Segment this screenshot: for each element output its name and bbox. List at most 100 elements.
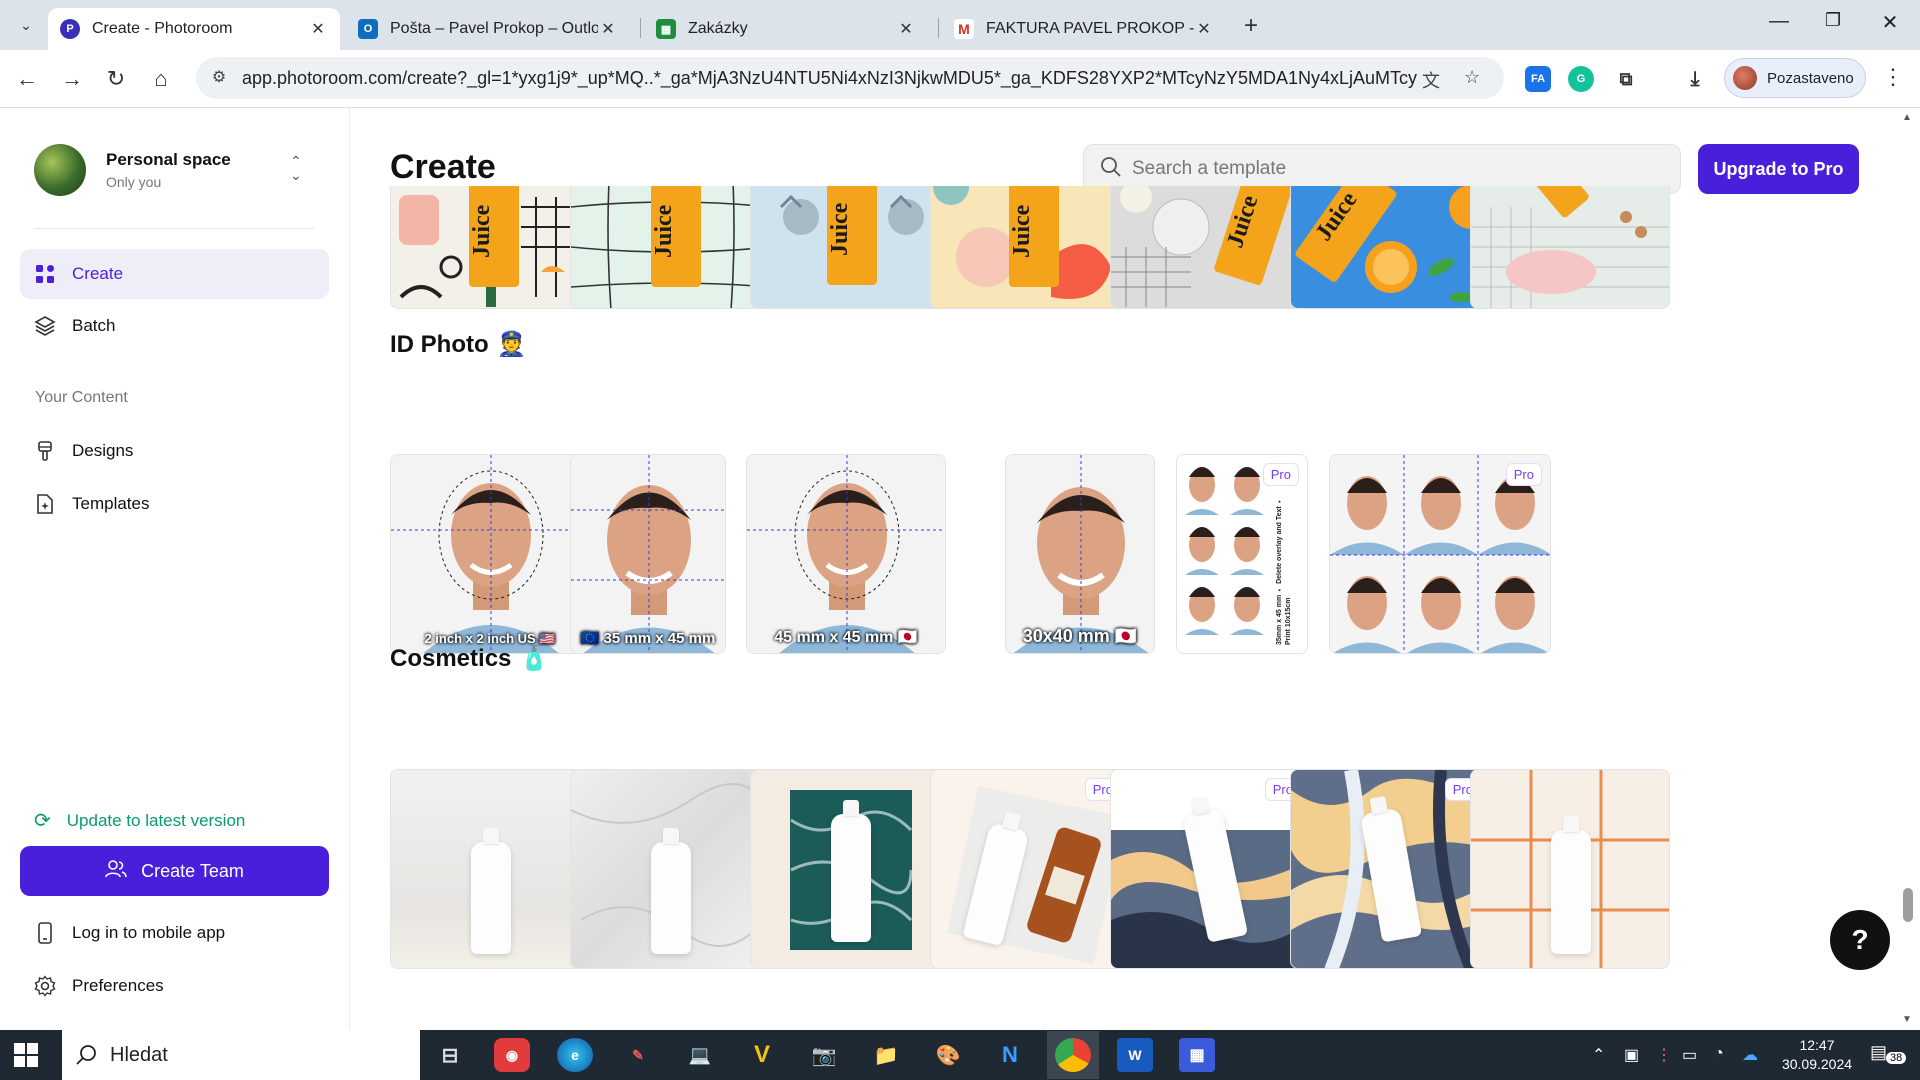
template-card[interactable]: Juice xyxy=(1290,186,1490,309)
address-bar[interactable]: ⚙ app.photoroom.com/create?_gl=1*yxg1j9*… xyxy=(196,57,1504,99)
browser-menu-icon[interactable]: ⋮ xyxy=(1882,64,1904,90)
search-icon xyxy=(1100,156,1122,183)
close-icon[interactable]: ✕ xyxy=(896,19,916,39)
taskbar-search-input[interactable]: Hledat xyxy=(62,1030,420,1080)
app-red-icon[interactable]: ◉ xyxy=(494,1038,530,1072)
vertical-scrollbar[interactable]: ▲ ▼ xyxy=(1896,108,1920,1030)
sidebar-item-create[interactable]: Create xyxy=(20,249,329,299)
tab-title: FAKTURA PAVEL PROKOP - pav xyxy=(986,20,1194,37)
cosmetics-template-card[interactable]: Pro xyxy=(1290,769,1490,969)
template-card[interactable]: Juice xyxy=(570,186,770,309)
sidebar-item-batch[interactable]: Batch xyxy=(20,301,329,351)
tab-photoroom[interactable]: P Create - Photoroom ✕ xyxy=(48,8,340,50)
refresh-icon: ⟳ xyxy=(34,810,51,832)
new-tab-plus-icon[interactable]: + xyxy=(1244,12,1258,40)
help-button[interactable]: ? xyxy=(1830,910,1890,970)
chevron-up-down-icon: ⌃ ⌄ xyxy=(290,153,302,183)
template-card[interactable]: Juice xyxy=(390,186,590,309)
bottle-image xyxy=(651,828,691,954)
sidebar-item-designs[interactable]: Designs xyxy=(20,426,329,476)
download-icon[interactable]: ⤓ xyxy=(1682,66,1708,92)
profile-button[interactable]: Pozastaveno xyxy=(1724,58,1866,98)
cosmetics-template-card[interactable] xyxy=(1470,769,1670,969)
file-explorer-icon[interactable]: 📁 xyxy=(868,1038,904,1072)
reload-icon[interactable]: ↻ xyxy=(101,64,131,94)
onedrive-icon[interactable]: ☁ xyxy=(1742,1045,1758,1065)
grammarly-icon[interactable]: G xyxy=(1568,66,1594,92)
id-photo-card-45mm[interactable]: 45 mm x 45 mm 🇯🇵 xyxy=(746,454,946,654)
v-app-icon[interactable]: V xyxy=(744,1038,780,1072)
id-photo-card-us[interactable]: 2 inch x 2 inch US 🇺🇸 xyxy=(390,454,590,654)
bookmark-star-icon[interactable]: ☆ xyxy=(1464,67,1480,88)
divider xyxy=(34,228,314,229)
site-settings-icon[interactable]: ⚙ xyxy=(208,67,230,89)
forward-arrow-icon[interactable]: → xyxy=(57,64,87,94)
window-close-icon[interactable]: ✕ xyxy=(1875,10,1905,35)
tray-chevron-icon[interactable]: ⌃ xyxy=(1592,1045,1605,1065)
id-photo-card-30x40[interactable]: 30x40 mm 🇯🇵 xyxy=(1005,454,1155,654)
calculator-icon[interactable]: ▦ xyxy=(1179,1038,1215,1072)
workspace-avatar xyxy=(34,144,86,196)
minimize-icon[interactable]: — xyxy=(1764,10,1794,33)
template-card[interactable]: Juice xyxy=(930,186,1130,309)
update-version-link[interactable]: ⟳ Update to latest version xyxy=(34,808,245,833)
juice-bottle-image: Juice xyxy=(1009,186,1059,287)
tab-outlook[interactable]: O Pošta – Pavel Prokop – Outlook ✕ xyxy=(346,8,630,50)
sidebar-item-templates[interactable]: Templates xyxy=(20,479,329,529)
extensions-puzzle-icon[interactable]: ⧉ xyxy=(1613,66,1639,92)
id-photo-card-print-sheet[interactable]: 35mm x 45 mm ▪ Delete overlay and Text ▪… xyxy=(1176,454,1308,654)
close-icon[interactable]: ✕ xyxy=(1194,19,1214,39)
wifi-icon[interactable]: ◔ xyxy=(1714,1045,1724,1063)
id-photo-card-multi[interactable]: Pro xyxy=(1329,454,1551,654)
home-icon[interactable]: ⌂ xyxy=(146,64,176,94)
camera-icon[interactable]: 📷 xyxy=(806,1038,842,1072)
battery-icon[interactable]: ▭ xyxy=(1682,1045,1697,1065)
id-photo-card-eu[interactable]: 🇪🇺 35 mm x 45 mm xyxy=(570,454,726,654)
close-icon[interactable]: ✕ xyxy=(598,19,618,39)
laptop-app-icon[interactable]: 💻 xyxy=(682,1038,718,1072)
sidebar-item-label: Log in to mobile app xyxy=(72,923,226,942)
clock[interactable]: 12:47 30.09.2024 xyxy=(1772,1036,1862,1074)
edge-icon[interactable]: e xyxy=(557,1038,593,1072)
tab-zakazky[interactable]: ▦ Zakázky ✕ xyxy=(644,8,928,50)
template-card[interactable] xyxy=(1470,186,1670,309)
cosmetics-template-card[interactable] xyxy=(570,769,770,969)
back-arrow-icon[interactable]: ← xyxy=(12,64,42,94)
sidebar-item-label: Designs xyxy=(72,441,134,460)
scroll-up-icon[interactable]: ▲ xyxy=(1902,112,1912,123)
maximize-icon[interactable]: ❐ xyxy=(1818,10,1848,31)
translate-icon[interactable]: 文 xyxy=(1422,67,1440,93)
n-app-icon[interactable]: N xyxy=(992,1038,1028,1072)
paint-icon[interactable]: 🎨 xyxy=(930,1038,966,1072)
tab-search-chevron-icon[interactable]: ⌄ xyxy=(10,10,42,40)
workspace-switcher[interactable]: Personal space Only you ⌃ ⌄ xyxy=(34,144,324,196)
word-icon[interactable]: W xyxy=(1117,1038,1153,1072)
template-card[interactable]: Juice xyxy=(1110,186,1310,309)
task-view-icon[interactable]: ⊟ xyxy=(432,1038,468,1072)
pro-badge: Pro xyxy=(1505,463,1542,486)
tray-app-icon[interactable]: ⋮ xyxy=(1656,1045,1672,1065)
scrollbar-thumb[interactable] xyxy=(1903,888,1913,922)
close-icon[interactable]: ✕ xyxy=(308,19,328,39)
tab-gmail[interactable]: M FAKTURA PAVEL PROKOP - pav ✕ xyxy=(942,8,1226,50)
sidebar-item-preferences[interactable]: Preferences xyxy=(20,961,329,1011)
cosmetics-template-card[interactable] xyxy=(750,769,950,969)
juice-bottle-image: Juice xyxy=(827,186,877,285)
cosmetics-template-card[interactable]: Pro xyxy=(930,769,1130,969)
chrome-icon[interactable] xyxy=(1055,1038,1091,1072)
phone-icon xyxy=(34,922,56,944)
sidebar-item-label: Templates xyxy=(72,494,150,513)
windows-start-icon[interactable] xyxy=(14,1043,38,1067)
template-card[interactable]: Juice xyxy=(750,186,950,309)
cosmetics-template-card[interactable]: Pro xyxy=(1110,769,1310,969)
sidebar-item-mobile-login[interactable]: Log in to mobile app xyxy=(20,908,329,958)
create-team-button[interactable]: Create Team xyxy=(20,846,329,896)
fa-extension-icon[interactable]: FA xyxy=(1525,66,1551,92)
template-file-icon xyxy=(34,493,56,515)
cosmetics-template-card[interactable] xyxy=(390,769,590,969)
pencil-app-icon[interactable]: ✎ xyxy=(620,1038,656,1072)
monitor-icon[interactable]: ▣ xyxy=(1624,1045,1639,1065)
scroll-down-icon[interactable]: ▼ xyxy=(1902,1014,1912,1025)
search-placeholder: Search a template xyxy=(1132,158,1287,179)
notification-center[interactable]: ▤ 38 xyxy=(1870,1042,1907,1068)
